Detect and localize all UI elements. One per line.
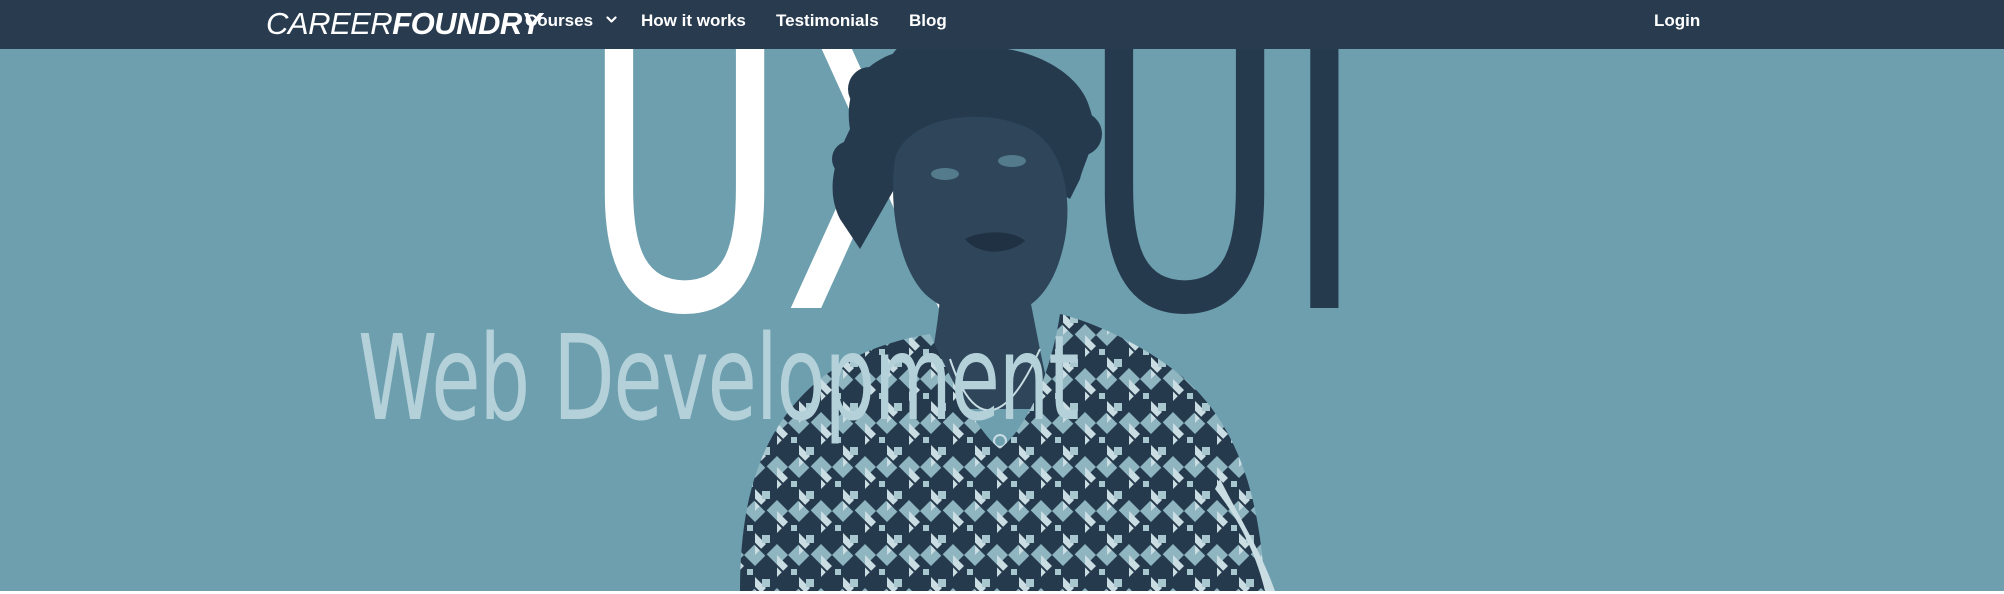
chevron-down-icon bbox=[606, 16, 617, 23]
careerfoundry-logo[interactable]: CAREERFOUNDRY bbox=[266, 6, 542, 42]
nav-testimonials-link[interactable]: Testimonials bbox=[776, 0, 879, 42]
nav-blog-link[interactable]: Blog bbox=[909, 0, 947, 42]
nav-courses-label: Courses bbox=[525, 11, 594, 30]
top-navigation: CAREERFOUNDRY Courses How it works Testi… bbox=[0, 0, 2004, 49]
nav-how-it-works-link[interactable]: How it works bbox=[641, 0, 746, 42]
page: CAREERFOUNDRY Courses How it works Testi… bbox=[0, 0, 2004, 594]
logo-career: CAREER bbox=[266, 6, 393, 41]
hero-word-ui: UI bbox=[1080, 49, 1366, 408]
hero-banner: UX UI Web Development bbox=[0, 49, 2004, 591]
logo-foundry: FOUNDRY bbox=[392, 6, 542, 41]
login-link[interactable]: Login bbox=[1654, 0, 1700, 42]
nav-courses-dropdown[interactable]: Courses bbox=[525, 0, 617, 42]
hero-word-web-development: Web Development bbox=[358, 309, 1080, 447]
